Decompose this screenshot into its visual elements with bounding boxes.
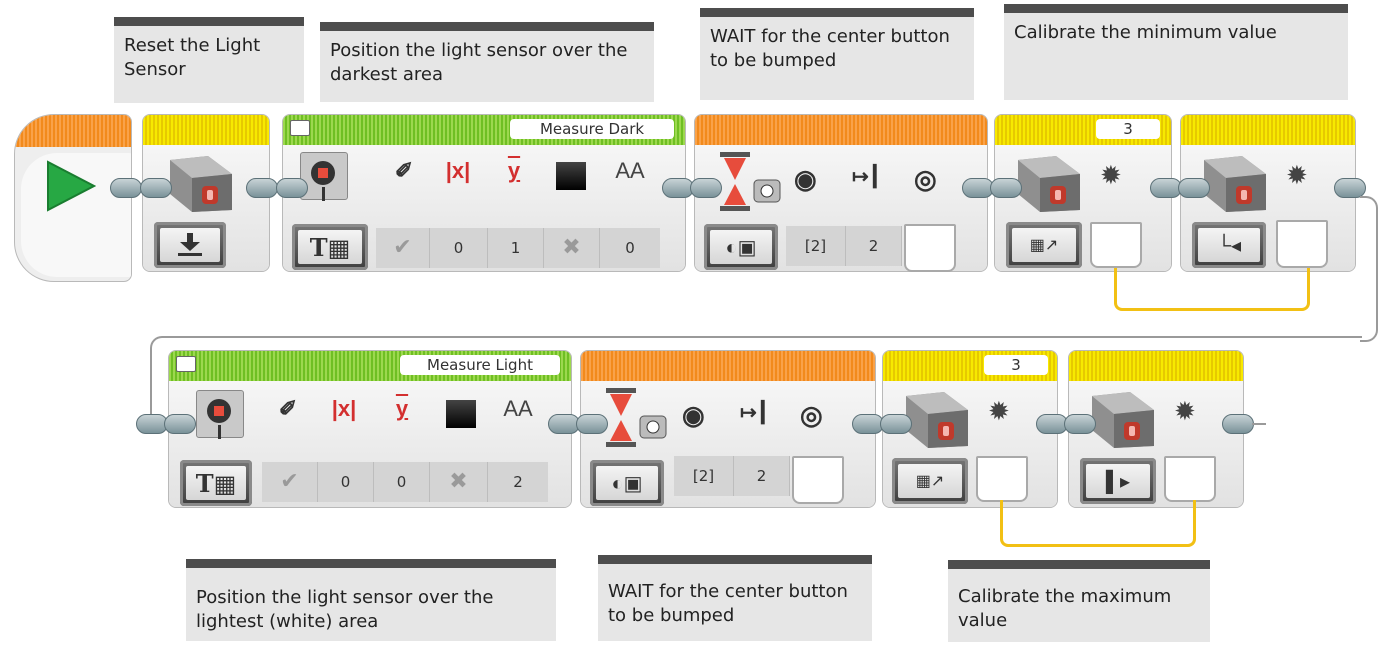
sequence-wire-end[interactable] [1252,423,1266,425]
display-dark-param-clear[interactable]: ✔ [376,228,430,268]
display-light-param-font[interactable]: 2 [488,462,548,502]
light-icon: ✹ [988,396,1010,426]
sequence-plug[interactable] [140,178,172,198]
font-size-icon: AA [615,158,645,183]
brick-button-icon-2: ◎ [914,164,937,194]
comment-wait-top[interactable]: WAIT for the center button to be bumped [700,8,974,100]
y-param-icon: y [395,396,409,421]
sequence-wire[interactable] [1360,196,1378,342]
color-param-icon [556,162,586,190]
color-param-icon [446,400,476,428]
eraser-icon: ✐ [394,158,414,183]
calibrate-min-mode-button[interactable]: ▦↗ [1006,222,1082,268]
comment-calibrate-max[interactable]: Calibrate the maximum value [948,560,1210,642]
wait-top-header [695,115,987,145]
sequence-plug[interactable] [246,178,278,198]
display-dark-param-color[interactable]: ✖ [544,228,600,268]
sequence-plug[interactable] [276,178,308,198]
wait-bottom-output[interactable] [792,456,844,504]
sequence-plug[interactable] [1064,414,1096,434]
light-icon: ✹ [1174,396,1196,426]
wait-mode-button-bottom[interactable]: ◐▣ [590,460,664,506]
eraser-icon: ✐ [278,396,298,421]
calibrate-maximum-output[interactable] [1164,456,1216,502]
y-param-icon: y [507,158,521,183]
sequence-plug[interactable] [990,178,1022,198]
display-light-param-y[interactable]: 0 [374,462,430,502]
compare-icon: ↦┃ [852,166,881,188]
data-wire[interactable] [1114,268,1310,311]
display-mode-button-dark[interactable]: T▦ [292,224,368,270]
display-mode-button-light[interactable]: T▦ [180,460,252,506]
comment-reset[interactable]: Reset the Light Sensor [114,17,304,103]
display-light-label[interactable]: Measure Light [400,355,560,375]
light-icon: ✹ [1286,160,1308,190]
wait-top-param-buttons[interactable]: [2] [786,226,846,266]
display-light-param-clear[interactable]: ✔ [262,462,318,502]
data-wire[interactable] [1000,500,1196,547]
calibrate-maximum-header [1069,351,1243,381]
calibrate-max-output[interactable] [976,456,1028,502]
comment-wait-bottom[interactable]: WAIT for the center button to be bumped [598,555,872,641]
sequence-plug[interactable] [1222,414,1254,434]
light-sensor-icon [170,156,232,212]
display-dark-param-y[interactable]: 1 [488,228,544,268]
compare-icon: ↦┃ [740,402,769,424]
reset-mode-button[interactable] [154,222,226,268]
brick-button-icon: ◉ [682,400,705,430]
wait-mode-button-top[interactable]: ◐▣ [704,224,778,270]
hourglass-icon [720,152,781,211]
font-size-icon: AA [503,396,533,421]
block-comment-icon[interactable] [290,120,310,136]
sequence-plug[interactable] [164,414,196,434]
display-dark-icon [300,152,348,201]
calibrate-minimum-mode-button[interactable]: └◂ [1192,222,1266,268]
calibrate-maximum-mode-button[interactable]: ▌▸ [1080,458,1156,504]
sequence-wire[interactable] [164,336,1362,338]
download-icon [178,233,202,256]
display-dark-param-font[interactable]: 0 [600,228,660,268]
display-dark-label[interactable]: Measure Dark [510,119,674,139]
display-light-param-x[interactable]: 0 [318,462,374,502]
hourglass-icon [606,388,667,447]
sequence-wire[interactable] [150,336,168,424]
sequence-plug[interactable] [880,414,912,434]
calibrate-minimum-output[interactable] [1276,220,1328,268]
wait-top-param-action[interactable]: 2 [846,226,902,266]
wait-top-output[interactable] [904,224,956,272]
sequence-plug[interactable] [576,414,608,434]
display-dark-top-icons: ✐ |x| y AA [300,150,680,201]
sequence-plug[interactable] [690,178,722,198]
display-light-top-icons: ✐ |x| y AA [196,388,566,439]
comment-calibrate-min[interactable]: Calibrate the minimum value [1004,4,1348,100]
sequence-plug[interactable] [110,178,142,198]
display-light-icon [196,390,244,439]
block-comment-icon[interactable] [176,356,196,372]
calibrate-minimum-header [1181,115,1355,145]
light-icon: ✹ [1100,160,1122,190]
sequence-plug[interactable] [1178,178,1210,198]
display-light-param-color[interactable]: ✖ [430,462,488,502]
x-param-icon: |x| [331,396,357,421]
brick-button-icon: ◉ [794,164,817,194]
calibrate-max-mode-button[interactable]: ▦↗ [892,458,968,504]
wait-bottom-param-action[interactable]: 2 [734,456,790,496]
reset-sensor-header [143,115,269,145]
sequence-plug[interactable] [1334,178,1366,198]
display-dark-param-x[interactable]: 0 [430,228,488,268]
calibrate-min-port[interactable]: 3 [1096,119,1160,139]
calibrate-min-output[interactable] [1090,222,1142,268]
x-param-icon: |x| [445,158,471,183]
comment-position-light[interactable]: Position the light sensor over the light… [186,559,556,641]
wait-bottom-param-buttons[interactable]: [2] [674,456,734,496]
wait-bottom-header [581,351,875,381]
comment-position-dark[interactable]: Position the light sensor over the darke… [320,22,654,102]
brick-button-icon-2: ◎ [800,400,823,430]
calibrate-max-port[interactable]: 3 [984,355,1048,375]
play-button-icon[interactable] [44,160,96,212]
start-block-header [15,115,131,147]
